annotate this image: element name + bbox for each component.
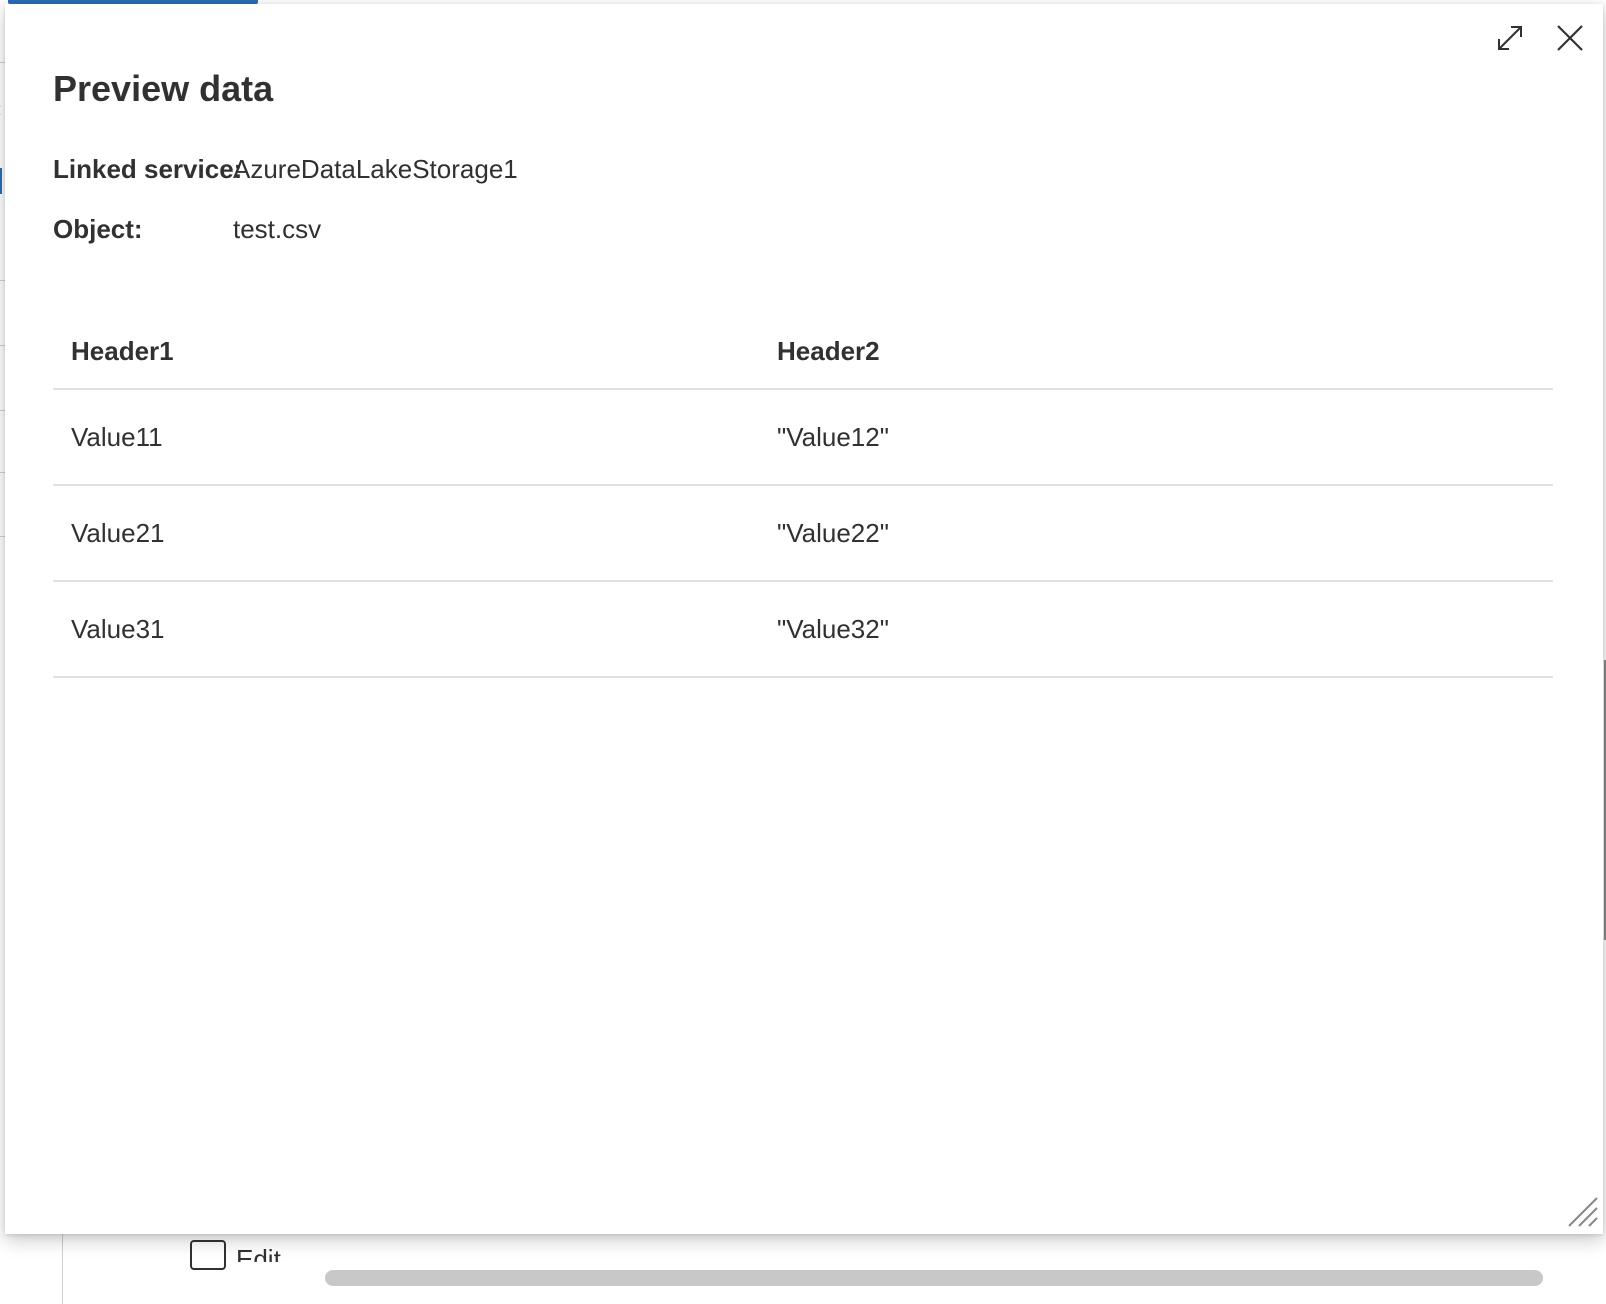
table-cell: "Value22" [777,517,889,548]
object-value: test.csv [233,214,322,244]
linked-service-row: Linked service: AzureDataLakeStorage1 [53,154,518,185]
table-row: Value11 "Value12" [53,390,1553,486]
dialog-title: Preview data [53,68,274,109]
edit-checkbox[interactable] [190,1240,226,1270]
object-row: Object: test.csv [53,214,321,245]
object-label: Object: [53,214,143,244]
expand-icon [1498,26,1522,50]
preview-data-dialog: Preview data Linked service: AzureDataLa… [5,4,1603,1234]
chevron-left-icon[interactable]: ‹ [0,96,1,122]
table-row: Value31 "Value32" [53,582,1553,678]
resize-grip-icon[interactable] [1565,1194,1599,1228]
horizontal-scrollbar[interactable] [325,1270,1543,1286]
background-accent-marker [0,168,2,194]
preview-table: Header1 Header2 Value11 "Value12" Value2… [53,312,1553,678]
edit-checkbox-label: Edit [236,1244,281,1262]
column-header[interactable]: Header2 [759,336,1553,367]
table-cell: Value21 [71,517,165,548]
close-icon [1557,25,1583,51]
table-row: Value21 "Value22" [53,486,1553,582]
column-header[interactable]: Header1 [53,336,759,367]
table-cell: "Value12" [777,421,889,452]
table-cell: Value11 [71,421,163,452]
table-cell: Value31 [71,613,165,644]
expand-button[interactable] [1490,18,1530,58]
close-button[interactable] [1550,18,1590,58]
background-panel [62,1232,1592,1304]
linked-service-value: AzureDataLakeStorage1 [233,154,518,184]
table-cell: "Value32" [777,613,889,644]
table-header-row: Header1 Header2 [53,312,1553,390]
linked-service-label: Linked service: [53,154,243,184]
